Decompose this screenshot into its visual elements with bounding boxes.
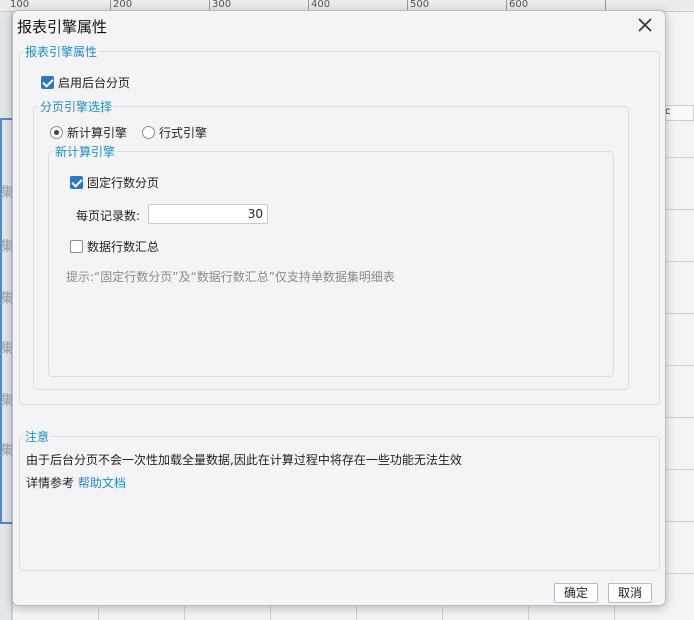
radio-row-engine-label: 行式引擎	[159, 126, 208, 140]
dialog-title-bar[interactable]: 报表引擎属性	[13, 11, 665, 41]
fixed-rows-paging-checkbox[interactable]: 固定行数分页	[70, 174, 159, 191]
close-icon	[638, 18, 652, 32]
note-line-2: 详情参考 帮助文档	[26, 474, 126, 491]
fixed-rows-paging-label: 固定行数分页	[87, 176, 160, 190]
row-count-summary-label: 数据行数汇总	[87, 240, 160, 254]
enable-backend-paging-label: 启用后台分页	[58, 76, 131, 90]
note-legend: 注意	[23, 428, 52, 445]
radio-row-engine[interactable]: 行式引擎	[142, 124, 207, 141]
ok-button[interactable]: 确定	[554, 583, 598, 603]
ruler-label: 100	[10, 0, 30, 10]
paging-engine-legend: 分页引擎选择	[38, 98, 115, 115]
ruler-label: 600	[509, 0, 529, 10]
ruler-label: 300	[212, 0, 232, 10]
engine-properties-legend: 报表引擎属性	[23, 43, 100, 60]
ruler-label: 200	[113, 0, 133, 10]
selection-outline	[0, 118, 12, 524]
note-line-1: 由于后台分页不会一次性加载全量数据,因此在计算过程中将存在一些功能无法生效	[26, 453, 462, 467]
checkbox-checked-icon[interactable]	[41, 76, 54, 89]
engine-hint-text: 提示:“固定行数分页”及“数据行数汇总”仅支持单数据集明细表	[66, 270, 395, 284]
close-button[interactable]	[635, 15, 655, 35]
enable-backend-paging-checkbox[interactable]: 启用后台分页	[41, 74, 130, 91]
checkbox-unchecked-icon[interactable]	[70, 240, 83, 253]
new-engine-legend: 新计算引擎	[53, 143, 118, 160]
records-per-page-input[interactable]	[148, 204, 268, 224]
records-per-page-label: 每页记录数:	[76, 209, 141, 223]
checkbox-checked-icon[interactable]	[70, 176, 83, 189]
radio-unselected-icon[interactable]	[142, 126, 155, 139]
dialog-title: 报表引擎属性	[17, 18, 108, 36]
row-count-summary-checkbox[interactable]: 数据行数汇总	[70, 238, 159, 255]
radio-new-engine-label: 新计算引擎	[67, 126, 128, 140]
report-engine-properties-dialog: 报表引擎属性 报表引擎属性 启用后台分页 分页引擎选择 新计算引擎 行式引擎 新…	[12, 10, 666, 606]
cancel-button[interactable]: 取消	[608, 583, 652, 603]
ruler-label: 500	[410, 0, 430, 10]
note-line-2-prefix: 详情参考	[26, 476, 75, 490]
radio-new-engine[interactable]: 新计算引擎	[50, 124, 127, 141]
radio-selected-icon[interactable]	[50, 126, 63, 139]
ruler-label: 400	[311, 0, 331, 10]
help-docs-link[interactable]: 帮助文档	[78, 476, 126, 490]
